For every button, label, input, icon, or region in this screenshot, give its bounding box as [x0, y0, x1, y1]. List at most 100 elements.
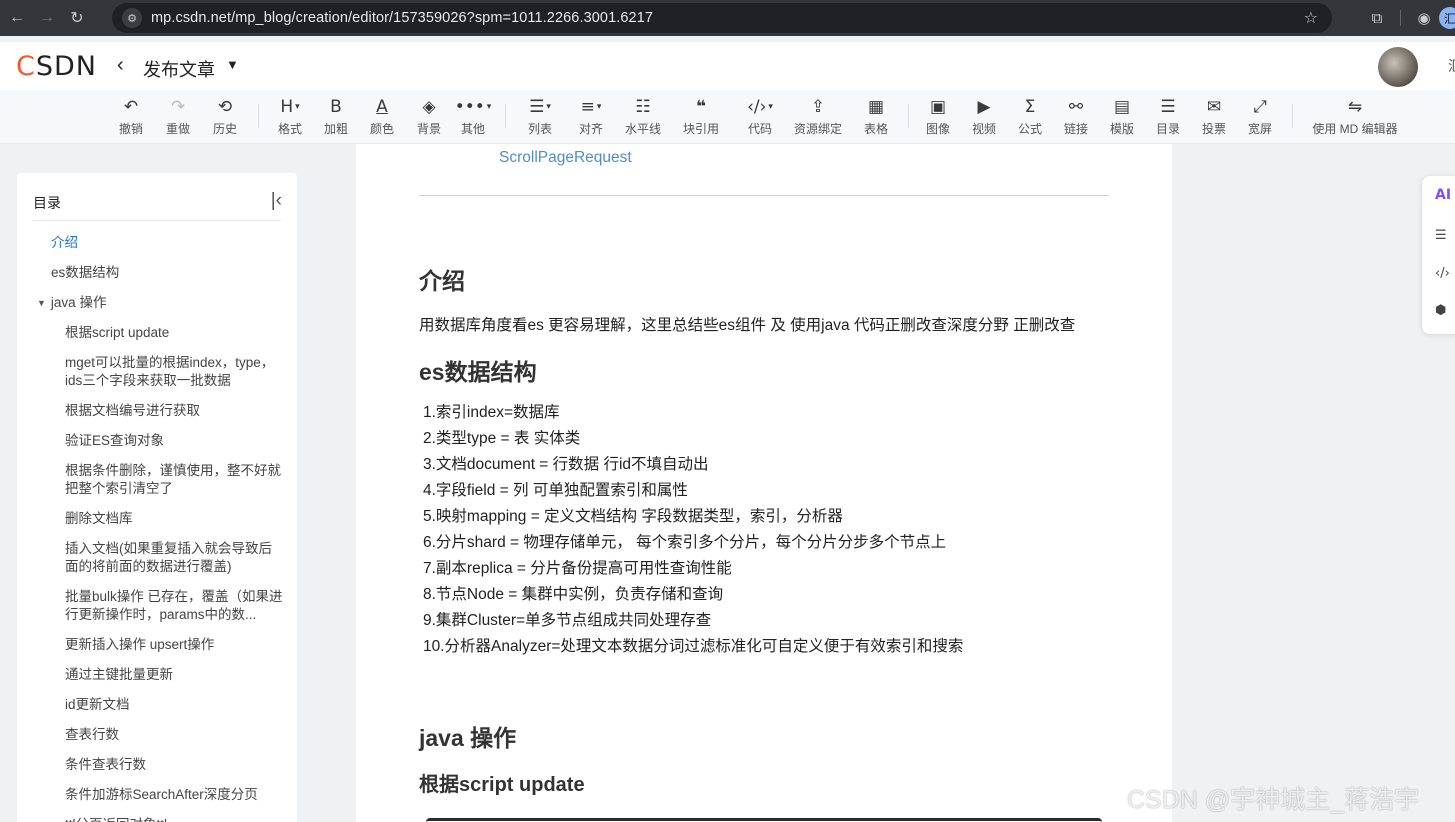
divider [258, 104, 259, 128]
history-icon: ⟲ [217, 97, 233, 117]
toc-item[interactable]: es数据结构 [17, 258, 297, 288]
reload-icon[interactable]: ↻ [62, 3, 92, 33]
toc-item[interactable]: 插入文档(如果重复插入就会导致后面的将前面的数据进行覆盖) [17, 534, 297, 582]
image-button[interactable]: ▣ 图像 [914, 96, 962, 137]
toc-button[interactable]: ☰ 目录 [1144, 96, 1192, 137]
undo-icon: ↶ [123, 97, 139, 117]
toc-item[interactable]: 根据script update [17, 318, 297, 348]
code-icon[interactable]: ‹/› [1435, 266, 1450, 281]
toc-item[interactable]: 根据文档编号进行获取 [17, 396, 297, 426]
align-button[interactable]: ≡ ▾ 对齐 [567, 96, 615, 137]
video-icon: ▶ [977, 97, 991, 117]
redo-button[interactable]: ↷ 重做 [154, 96, 202, 137]
site-settings-icon[interactable]: ⚙ [122, 8, 142, 28]
code-block[interactable] [426, 818, 1102, 822]
md-editor-button[interactable]: ⇋ 使用 MD 编辑器 [1312, 96, 1398, 137]
toc-title: 目录 [33, 195, 61, 211]
background-button[interactable]: ◈ 背景 [405, 96, 453, 137]
toc-item[interactable]: id更新文档 [17, 690, 297, 720]
toc-item[interactable]: 查表行数 [17, 720, 297, 750]
align-icon: ≡ ▾ [580, 97, 602, 117]
hr-button[interactable]: ☷ 水平线 [619, 96, 667, 137]
profile-icon[interactable]: ◉ [1409, 9, 1439, 27]
formula-button[interactable]: Σ 公式 [1006, 96, 1054, 137]
toc-item[interactable]: 介绍 [17, 228, 297, 258]
url-text: mp.csdn.net/mp_blog/creation/editor/1573… [151, 10, 654, 26]
horizontal-rule [419, 195, 1109, 196]
heading-structure: es数据结构 [419, 359, 537, 385]
forward-arrow-icon[interactable]: → [32, 3, 62, 33]
back-chevron-icon[interactable]: ‹ [117, 54, 124, 77]
list-item: 1.索引index=数据库 [423, 404, 560, 421]
toc-item[interactable]: mget可以批量的根据index，type，ids三个字段来获取一批数据 [17, 348, 297, 396]
divider [1292, 104, 1293, 128]
list-item: 9.集群Cluster=单多节点组成共同处理存查 [423, 612, 712, 629]
toc-item[interactable]: ttl分页返回对象ttl [17, 810, 297, 822]
list-item: 7.副本replica = 分片备份提高可用性查询性能 [423, 560, 732, 577]
expand-triangle-icon[interactable]: ▼ [37, 298, 46, 308]
vote-button[interactable]: ✉ 投票 [1190, 96, 1238, 137]
paint-bucket-icon: ◈ [422, 97, 436, 117]
outline-icon[interactable]: ☰ [1435, 228, 1447, 243]
chrome-account-avatar[interactable]: 汇 [1439, 7, 1455, 29]
link-button[interactable]: ⚯ 链接 [1052, 96, 1100, 137]
template-button[interactable]: ▤ 模版 [1098, 96, 1146, 137]
redo-icon: ↷ [170, 97, 186, 117]
back-arrow-icon[interactable]: ← [2, 3, 32, 33]
horizontal-line-icon: ☷ [635, 97, 651, 117]
table-button[interactable]: ▦ 表格 [852, 96, 900, 137]
list-item: 5.映射mapping = 定义文档结构 字段数据类型，索引，分析器 [423, 508, 843, 525]
quote-button[interactable]: ❝ 块引用 [677, 96, 725, 137]
vote-icon: ✉ [1206, 97, 1222, 117]
divider [505, 104, 506, 128]
watermark: CSDN @宇神城主_蒋浩宇 [1127, 786, 1420, 814]
toc-item[interactable]: 更新插入操作 upsert操作 [17, 630, 297, 660]
video-button[interactable]: ▶ 视频 [960, 96, 1008, 137]
format-button[interactable]: H ▾ 格式 [266, 96, 314, 137]
toc-item[interactable]: 条件加游标SearchAfter深度分页 [17, 780, 297, 810]
editor-document[interactable]: ScrollPageRequest 介绍 用数据库角度看es 更容易理解，这里总… [356, 144, 1172, 822]
more-icon: ••• ▾ [454, 97, 492, 117]
wide-button[interactable]: ⤢ 宽屏 [1236, 96, 1284, 137]
structure-list: 1.索引index=数据库 2.类型type = 表 实体类 3.文档docum… [423, 400, 963, 660]
history-button[interactable]: ⟲ 历史 [201, 96, 249, 137]
toc-item[interactable]: 通过主键批量更新 [17, 660, 297, 690]
address-bar[interactable]: ⚙ mp.csdn.net/mp_blog/creation/editor/15… [112, 3, 1332, 33]
code-icon: ‹/› ▾ [747, 97, 773, 117]
toc-icon: ☰ [1160, 97, 1176, 117]
settings-icon[interactable]: ⬢ [1435, 303, 1446, 318]
color-button[interactable]: A 颜色 [358, 96, 406, 137]
toc-sidebar: 目录 |‹ 介绍 es数据结构 ▼ java 操作 根据script update… [17, 173, 297, 822]
switch-icon: ⇋ [1347, 97, 1363, 117]
code-button[interactable]: ‹/› ▾ 代码 [736, 96, 784, 137]
link-icon: ⚯ [1068, 97, 1084, 117]
toc-item-label: java 操作 [50, 295, 107, 310]
toc-item[interactable]: 验证ES查询对象 [17, 426, 297, 456]
toc-item[interactable]: 根据条件删除，谨慎使用，整不好就把整个索引清空了 [17, 456, 297, 504]
list-button[interactable]: ☰ ▾ 列表 [516, 96, 564, 137]
ai-assistant-icon[interactable]: AI [1435, 187, 1451, 203]
toc-item[interactable]: 条件查表行数 [17, 750, 297, 780]
list-item: 10.分析器Analyzer=处理文本数据分词过滤标准化可自定义便于有效索引和搜… [423, 638, 964, 655]
list-item: 2.类型type = 表 实体类 [423, 430, 581, 447]
text-color-icon: A [376, 97, 388, 117]
divider [908, 104, 909, 128]
toc-link[interactable]: ScrollPageRequest [499, 149, 632, 167]
list-item: 4.字段field = 列 可单独配置索引和属性 [423, 482, 688, 499]
undo-button[interactable]: ↶ 撤销 [107, 96, 155, 137]
resource-button[interactable]: ⇪ 资源绑定 [794, 96, 842, 137]
bold-button[interactable]: B 加粗 [312, 96, 360, 137]
other-button[interactable]: ••• ▾ 其他 [449, 96, 497, 137]
csdn-logo[interactable]: CSDN [16, 51, 97, 82]
user-avatar[interactable] [1378, 47, 1418, 87]
toc-item[interactable]: 批量bulk操作 已存在，覆盖（如果进行更新操作时，params中的数... [17, 582, 297, 630]
header-edge-text: 汇 [1448, 56, 1455, 76]
extensions-icon[interactable]: ⧉ [1362, 10, 1392, 27]
toc-item[interactable]: ▼ java 操作 [17, 288, 297, 318]
star-icon[interactable]: ☆ [1304, 8, 1318, 28]
caret-down-icon[interactable]: ▼ [226, 57, 239, 72]
collapse-icon[interactable]: |‹ [271, 190, 282, 212]
table-icon: ▦ [867, 97, 885, 117]
app-header: CSDN ‹ 发布文章 ▼ 汇 [0, 42, 1455, 90]
toc-item[interactable]: 删除文档库 [17, 504, 297, 534]
